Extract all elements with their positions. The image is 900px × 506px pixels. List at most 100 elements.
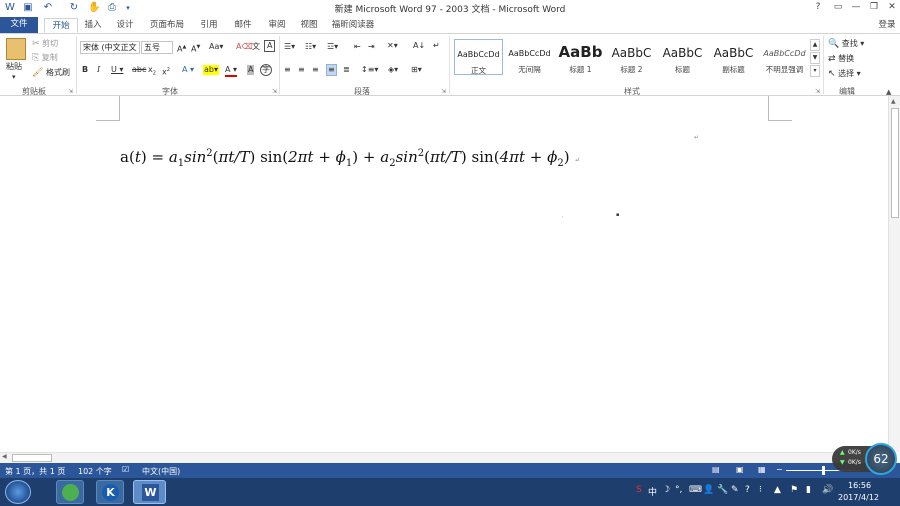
clock-date[interactable]: 2017/4/12 [838, 493, 879, 502]
clear-format-icon[interactable]: A⌫ [236, 42, 253, 52]
format-painter-button[interactable]: 🖌 格式刷 [32, 68, 70, 78]
text-effects-icon[interactable]: A ▾ [182, 65, 194, 75]
tools-icon[interactable]: 🔧 [717, 485, 728, 495]
style-title[interactable]: AaBbC 标题 [658, 39, 707, 75]
char-shading-icon[interactable]: A [247, 65, 255, 75]
user-icon[interactable]: 👤 [703, 485, 714, 495]
hscroll-thumb[interactable] [12, 454, 52, 462]
ribbon-display-icon[interactable]: ▭ [830, 1, 846, 14]
justify-icon[interactable]: ≡ [326, 64, 337, 76]
select-button[interactable]: ↖ 选择 ▾ [828, 69, 861, 79]
start-button[interactable] [5, 480, 31, 504]
style-subtle-emphasis[interactable]: AaBbCcDd 不明显强调 [760, 39, 809, 75]
word-count[interactable]: 102 个字 [78, 466, 112, 477]
increase-indent-icon[interactable]: ⇥ [368, 42, 375, 52]
numbering-icon[interactable]: ☷▾ [305, 42, 316, 52]
char-border-icon[interactable]: A [264, 40, 276, 52]
clock-time[interactable]: 16:56 [848, 481, 871, 490]
close-button[interactable]: ✕ [884, 1, 900, 14]
find-button[interactable]: 🔍 查找 ▾ [828, 39, 864, 49]
underline-icon[interactable]: U ▾ [111, 65, 123, 75]
minimize-button[interactable]: — [848, 1, 864, 14]
scroll-left-icon[interactable]: ◀ [2, 453, 7, 460]
network-icon[interactable]: ▮ [806, 485, 811, 495]
volume-icon[interactable]: 🔊 [822, 485, 833, 495]
tab-foxit-reader[interactable]: 福昕阅读器 [328, 18, 378, 33]
sogou-ime-icon[interactable]: S [636, 485, 642, 495]
font-name-select[interactable]: 宋体 (中文正文 [80, 41, 140, 54]
web-layout-icon[interactable]: ▦ [758, 465, 766, 474]
taskbar-word[interactable]: W [133, 480, 166, 504]
tab-design[interactable]: 设计 [110, 18, 140, 33]
borders-icon[interactable]: ⊞▾ [411, 65, 422, 75]
scroll-thumb[interactable] [891, 108, 899, 218]
vertical-scrollbar[interactable]: ▲ [888, 96, 900, 452]
replace-button[interactable]: ⇄ 替换 [828, 54, 854, 64]
font-color-icon[interactable]: A ▾ [225, 65, 238, 77]
more-icon[interactable]: ⁝ [759, 485, 762, 495]
asian-layout-icon[interactable]: ✕▾ [387, 41, 398, 51]
styles-scroll-down-icon[interactable]: ▼ [810, 52, 820, 64]
help-tray-icon[interactable]: ? [745, 485, 750, 495]
styles-scroll-up-icon[interactable]: ▲ [810, 39, 820, 51]
zoom-out-icon[interactable]: − [776, 465, 783, 474]
taskbar-app-k[interactable]: K [96, 480, 124, 504]
page-count[interactable]: 第 1 页，共 1 页 [5, 466, 65, 477]
scroll-up-icon[interactable]: ▲ [891, 98, 896, 105]
style-normal[interactable]: AaBbCcDd 正文 [454, 39, 503, 75]
style-heading2[interactable]: AaBbC 标题 2 [607, 39, 656, 75]
tab-insert[interactable]: 插入 [78, 18, 108, 33]
keyboard-icon[interactable]: ⌨ [689, 485, 702, 495]
highlight-icon[interactable]: ab▾ [203, 65, 219, 75]
decrease-indent-icon[interactable]: ⇤ [354, 42, 361, 52]
proofing-icon[interactable]: ☑ [122, 465, 129, 474]
login-link[interactable]: 登录 [874, 18, 900, 33]
help-button[interactable]: ? [810, 1, 826, 14]
align-left-icon[interactable]: ≡ [284, 65, 291, 75]
tab-layout[interactable]: 页面布局 [144, 18, 190, 33]
paste-icon[interactable] [6, 38, 26, 60]
tab-review[interactable]: 审阅 [262, 18, 292, 33]
read-mode-icon[interactable]: ▤ [712, 465, 720, 474]
show-marks-icon[interactable]: ↵ [433, 41, 440, 51]
font-size-select[interactable]: 五号 [141, 41, 173, 54]
show-hidden-icon[interactable]: ▲ [774, 485, 781, 495]
enclose-char-icon[interactable]: 字 [260, 64, 272, 76]
superscript-icon[interactable]: x2 [162, 65, 170, 78]
copy-button[interactable]: ⎘ 复制 [32, 53, 58, 63]
paste-dropdown-icon[interactable]: ▾ [12, 72, 16, 82]
moon-icon[interactable]: ☽ [662, 485, 670, 495]
tab-references[interactable]: 引用 [194, 18, 224, 33]
flag-icon[interactable]: ⚑ [790, 485, 798, 495]
cut-button[interactable]: ✂ 剪切 [32, 39, 58, 49]
phonetic-guide-icon[interactable]: 文 [252, 42, 260, 52]
change-case-icon[interactable]: Aa▾ [209, 42, 223, 52]
grow-font-icon[interactable]: A▲ [177, 42, 186, 55]
italic-icon[interactable]: I [97, 65, 100, 75]
punct-icon[interactable]: °, [675, 485, 682, 495]
subscript-icon[interactable]: x2 [148, 65, 156, 79]
equation[interactable]: a(t) = a1sin2(πt/T) sin(2πt + ϕ1) + a2si… [120, 148, 580, 169]
tab-view[interactable]: 视图 [294, 18, 324, 33]
tab-file[interactable]: 文件 [0, 17, 38, 33]
shrink-font-icon[interactable]: A▼ [191, 42, 200, 55]
speed-badge[interactable]: 62 [865, 443, 897, 475]
align-right-icon[interactable]: ≡ [312, 65, 319, 75]
ime-mode-icon[interactable]: 中 [648, 485, 657, 498]
restore-button[interactable]: ❐ [866, 1, 882, 14]
zoom-slider-thumb[interactable] [822, 466, 825, 475]
style-subtitle[interactable]: AaBbC 副标题 [709, 39, 758, 75]
taskbar-app-green[interactable] [56, 480, 84, 504]
tab-home[interactable]: 开始 [44, 18, 78, 33]
language-status[interactable]: 中文(中国) [142, 466, 180, 477]
line-spacing-icon[interactable]: ↕≡▾ [361, 65, 378, 75]
styles-more-icon[interactable]: ▾ [810, 65, 820, 77]
strikethrough-icon[interactable]: abc [132, 65, 146, 75]
distributed-icon[interactable]: ≣ [343, 65, 350, 75]
bold-icon[interactable]: B [82, 65, 88, 75]
style-no-spacing[interactable]: AaBbCcDd 无间隔 [505, 39, 554, 75]
paste-button[interactable]: 粘贴 [6, 62, 22, 72]
bullets-icon[interactable]: ☰▾ [284, 42, 295, 52]
multilevel-list-icon[interactable]: ☲▾ [327, 42, 338, 52]
style-heading1[interactable]: AaBb 标题 1 [556, 39, 605, 75]
